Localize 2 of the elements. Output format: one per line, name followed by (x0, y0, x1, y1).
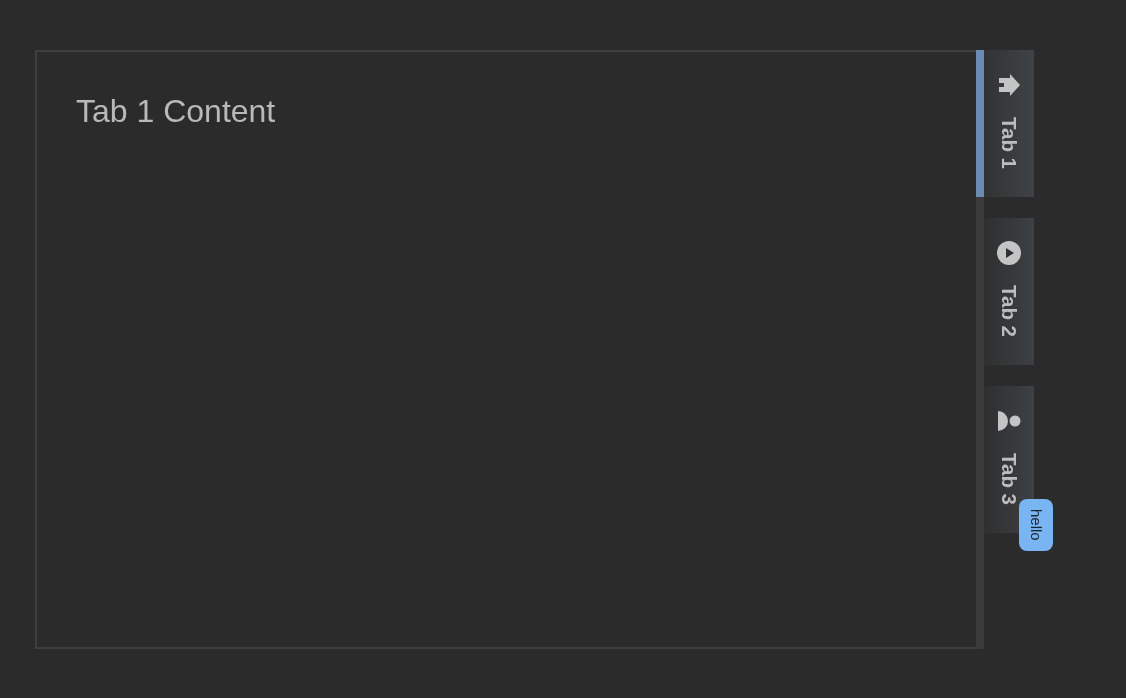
panel-text: Tab 1 Content (76, 93, 276, 129)
tab-tooltip: hello (1019, 499, 1053, 551)
